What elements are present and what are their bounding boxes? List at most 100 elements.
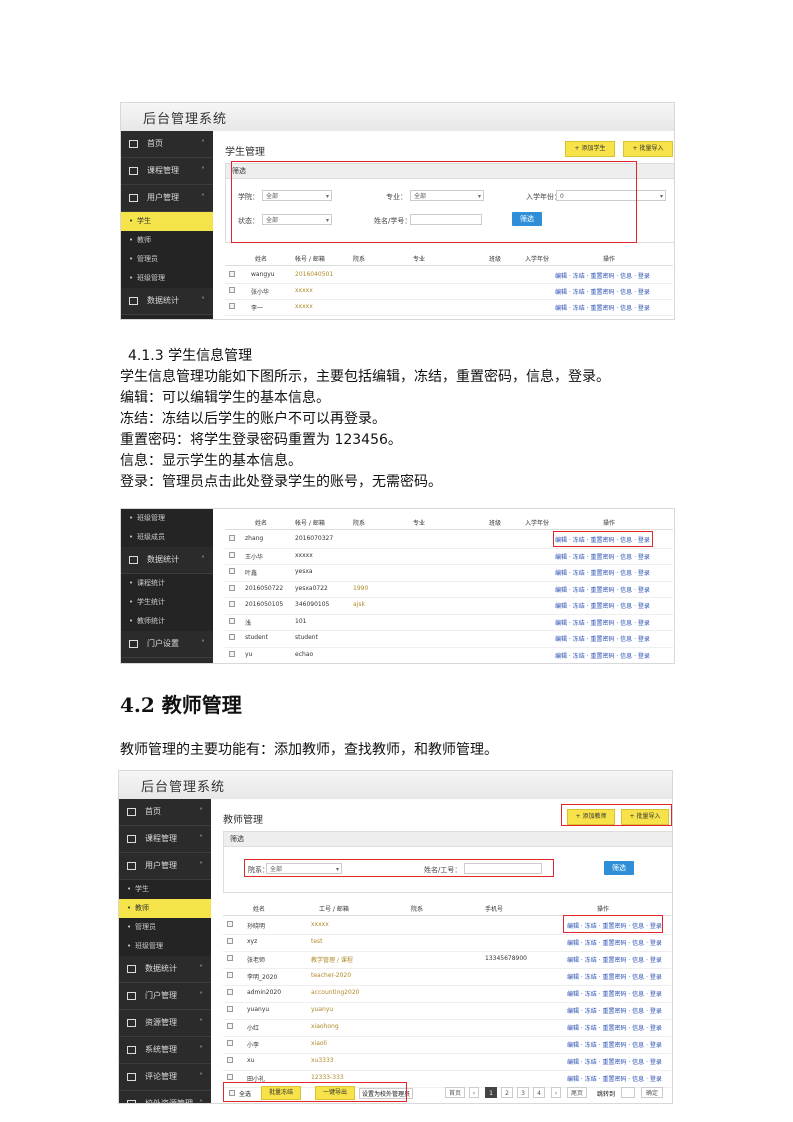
row-checkbox[interactable] bbox=[227, 972, 233, 978]
sidebar-item[interactable]: 用户管理 ˄ bbox=[119, 853, 211, 880]
sidebar-subitem[interactable]: 学生 bbox=[121, 212, 213, 231]
sidebar-item[interactable]: 课程管理 ˄ bbox=[119, 826, 211, 853]
row-checkbox[interactable] bbox=[227, 1057, 233, 1063]
row-checkbox[interactable] bbox=[229, 303, 235, 309]
pager-next[interactable]: › bbox=[551, 1087, 561, 1098]
row-actions[interactable]: 编辑 · 冻结 · 重置密码 · 信息 · 登录 bbox=[567, 1040, 662, 1049]
sidebar-item[interactable]: 门户设置 ˄ bbox=[121, 631, 213, 658]
pager-page[interactable]: 4 bbox=[533, 1087, 545, 1098]
sidebar-subitem[interactable]: 教师 bbox=[121, 231, 213, 250]
sidebar-item[interactable]: 首页 ˄ bbox=[119, 799, 211, 826]
highlight-ops bbox=[553, 531, 653, 547]
teacher-name: 小李 bbox=[247, 1042, 260, 1049]
sidebar-subitem[interactable]: 教师统计 bbox=[121, 612, 213, 631]
filter-search-button[interactable]: 筛选 bbox=[604, 861, 634, 875]
table-header: 姓名 帐号 / 邮箱 院系 专业 班级 入学年份 操作 bbox=[225, 515, 673, 530]
pager-go[interactable]: 确定 bbox=[641, 1087, 663, 1098]
table-row: 张老师 教学管理 / 课程 13345678900 编辑 · 冻结 · 重置密码 · … bbox=[223, 951, 671, 969]
row-actions[interactable]: 编辑 · 冻结 · 重置密码 · 信息 · 登录 bbox=[555, 618, 650, 627]
row-actions[interactable]: 编辑 · 冻结 · 重置密码 · 信息 · 登录 bbox=[555, 271, 650, 280]
row-checkbox[interactable] bbox=[229, 650, 235, 657]
row-actions[interactable]: 编辑 · 冻结 · 重置密码 · 信息 · 登录 bbox=[567, 955, 662, 964]
row-actions[interactable]: 编辑 · 冻结 · 重置密码 · 信息 · 登录 bbox=[555, 601, 650, 610]
pager-page[interactable]: 3 bbox=[517, 1087, 529, 1098]
sidebar-subitem[interactable]: 课程统计 bbox=[121, 574, 213, 593]
sidebar-item[interactable]: 门户管理 ˄ bbox=[119, 983, 211, 1010]
row-actions[interactable]: 编辑 · 冻结 · 重置密码 · 信息 · 登录 bbox=[567, 989, 662, 998]
row-checkbox[interactable] bbox=[229, 634, 235, 640]
highlight-filter bbox=[231, 161, 637, 243]
row-actions[interactable]: 编辑 · 冻结 · 重置密码 · 信息 · 登录 bbox=[567, 1006, 662, 1015]
row-checkbox[interactable] bbox=[229, 551, 235, 558]
sidebar-item[interactable]: 课程管理 ˄ bbox=[121, 158, 213, 185]
pager-prev[interactable]: ‹ bbox=[469, 1087, 479, 1098]
row-actions[interactable]: 编辑 · 冻结 · 重置密码 · 信息 · 登录 bbox=[555, 585, 650, 594]
row-checkbox[interactable] bbox=[229, 535, 235, 541]
row-actions[interactable]: 编辑 · 冻结 · 重置密码 · 信息 · 登录 bbox=[555, 651, 650, 660]
row-actions[interactable]: 编辑 · 冻结 · 重置密码 · 信息 · 登录 bbox=[555, 568, 650, 577]
row-actions[interactable]: 编辑 · 冻结 · 重置密码 · 信息 · 登录 bbox=[555, 552, 650, 561]
sidebar-subitem[interactable]: 课程统计 bbox=[121, 315, 213, 319]
row-checkbox[interactable] bbox=[227, 1023, 233, 1029]
row-actions[interactable]: 编辑 · 冻结 · 重置密码 · 信息 · 登录 bbox=[555, 303, 650, 312]
row-actions[interactable]: 编辑 · 冻结 · 重置密码 · 信息 · 登录 bbox=[567, 938, 662, 947]
sidebar-subitem[interactable]: 管理员 bbox=[119, 918, 211, 937]
row-actions[interactable]: 编辑 · 冻结 · 重置密码 · 信息 · 登录 bbox=[567, 1074, 662, 1083]
sidebar-subitem[interactable]: 学生统计 bbox=[121, 593, 213, 612]
pager-goto-input[interactable] bbox=[621, 1087, 635, 1098]
row-checkbox[interactable] bbox=[227, 1040, 233, 1046]
pager-page[interactable]: 1 bbox=[485, 1087, 497, 1098]
sidebar-item[interactable]: 资源管理 ˄ bbox=[119, 1010, 211, 1037]
sidebar-subitem[interactable]: 班级管理 bbox=[121, 269, 213, 288]
sidebar-subitem[interactable]: 学生 bbox=[119, 880, 211, 899]
column-header: 操作 bbox=[597, 906, 610, 913]
row-checkbox[interactable] bbox=[229, 287, 235, 293]
teacher-account: test bbox=[311, 938, 323, 945]
row-checkbox[interactable] bbox=[229, 584, 235, 591]
row-checkbox[interactable] bbox=[229, 617, 235, 624]
sidebar-subitem[interactable]: 班级管理 bbox=[119, 937, 211, 956]
sidebar-subitem[interactable]: 教师 bbox=[119, 899, 211, 918]
sidebar-subitem[interactable]: 班级成员 bbox=[121, 528, 213, 547]
teacher-name: xu bbox=[247, 1057, 255, 1064]
import-button[interactable]: + 批量导入 bbox=[623, 141, 673, 157]
row-actions[interactable]: 编辑 · 冻结 · 重置密码 · 信息 · 登录 bbox=[555, 287, 650, 296]
sidebar-item[interactable]: 系统管理 ˄ bbox=[119, 1037, 211, 1064]
sidebar-item[interactable]: 用户管理 ˄ bbox=[121, 185, 213, 212]
add-student-button[interactable]: + 添加学生 bbox=[565, 141, 615, 157]
row-checkbox[interactable] bbox=[227, 955, 233, 961]
pager-last[interactable]: 尾页 bbox=[567, 1087, 587, 1098]
sidebar-item-label: 首页 bbox=[145, 807, 161, 816]
row-checkbox[interactable] bbox=[227, 938, 233, 944]
row-checkbox[interactable] bbox=[229, 271, 235, 277]
row-checkbox[interactable] bbox=[227, 1074, 233, 1080]
pager-page[interactable]: 2 bbox=[501, 1087, 513, 1098]
sidebar-item[interactable]: 数据统计 ˄ bbox=[121, 547, 213, 574]
main-content: 教师管理 + 添加教师 + 批量导入 筛选 院系： 全部 姓名/工号： 筛选 姓… bbox=[211, 799, 672, 1103]
sidebar-item[interactable]: 课程展示˄ bbox=[121, 658, 213, 663]
table-row: 李一 xxxxx 编辑 · 冻结 · 重置密码 · 信息 · 登录 bbox=[225, 299, 673, 316]
row-actions[interactable]: 编辑 · 冻结 · 重置密码 · 信息 · 登录 bbox=[555, 634, 650, 643]
sidebar-item[interactable]: 校外资源管理 ˄ bbox=[119, 1091, 211, 1103]
highlight-bottom-buttons bbox=[223, 1082, 407, 1102]
filter-panel: 筛选 院系： 全部 姓名/工号： 筛选 bbox=[223, 831, 672, 893]
row-checkbox[interactable] bbox=[227, 1006, 233, 1012]
row-checkbox[interactable] bbox=[229, 601, 235, 607]
sidebar-item[interactable]: 数据统计 ˄ bbox=[119, 956, 211, 983]
row-checkbox[interactable] bbox=[229, 568, 235, 574]
row-checkbox[interactable] bbox=[227, 989, 233, 995]
table-row: yu echao 编辑 · 冻结 · 重置密码 · 信息 · 登录 bbox=[225, 647, 673, 664]
sidebar-subitem[interactable]: 管理员 bbox=[121, 250, 213, 269]
pager-goto-label: 跳转到 bbox=[597, 1091, 616, 1098]
pager-first[interactable]: 首页 bbox=[445, 1087, 465, 1098]
sidebar-subitem[interactable]: 班级管理 bbox=[121, 509, 213, 528]
student-account: 2016040501 bbox=[295, 271, 334, 278]
sidebar-item[interactable]: 数据统计 ˄ bbox=[121, 288, 213, 315]
sidebar-item[interactable]: 首页 ˄ bbox=[121, 131, 213, 158]
row-actions[interactable]: 编辑 · 冻结 · 重置密码 · 信息 · 登录 bbox=[567, 1023, 662, 1032]
row-checkbox[interactable] bbox=[227, 921, 233, 927]
menu-icon bbox=[127, 992, 136, 1000]
row-actions[interactable]: 编辑 · 冻结 · 重置密码 · 信息 · 登录 bbox=[567, 1057, 662, 1066]
sidebar-item[interactable]: 评论管理 ˄ bbox=[119, 1064, 211, 1091]
row-actions[interactable]: 编辑 · 冻结 · 重置密码 · 信息 · 登录 bbox=[567, 972, 662, 981]
